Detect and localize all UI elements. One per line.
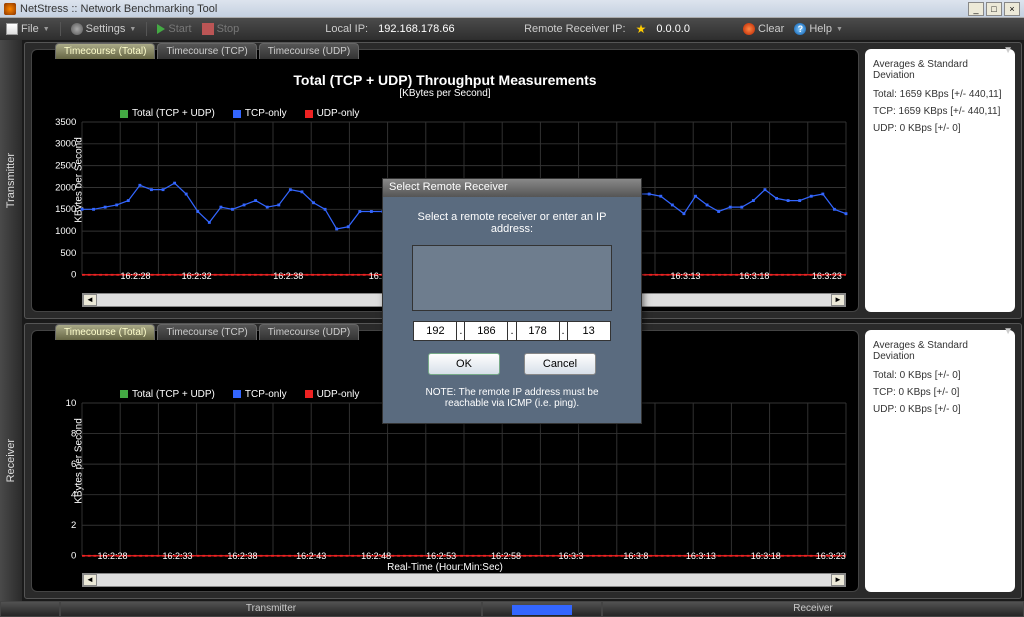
chevron-down-icon: ▼ (129, 26, 136, 33)
rx-udp-stat: UDP: 0 KBps [+/- 0] (873, 404, 1007, 415)
tab-timecourse-udp[interactable]: Timecourse (UDP) (259, 324, 359, 340)
start-button: Start (157, 23, 191, 35)
svg-text:2500: 2500 (55, 161, 76, 172)
local-ip-value: 192.168.178.66 (378, 23, 454, 35)
dialog-note-2: reachable via ICMP (i.e. ping). (397, 398, 627, 409)
scroll-left-icon[interactable]: ◄ (83, 294, 97, 306)
app-icon (4, 3, 16, 15)
svg-text:1500: 1500 (55, 204, 76, 215)
rx-tcp-stat: TCP: 0 KBps [+/- 0] (873, 387, 1007, 398)
ip-octet-3[interactable] (516, 321, 560, 341)
ip-octet-2[interactable] (464, 321, 508, 341)
settings-menu[interactable]: Settings▼ (71, 23, 137, 35)
dialog-prompt: Select a remote receiver or enter an IP … (397, 211, 627, 235)
rx-scrollbar[interactable]: ◄ ► (82, 573, 846, 587)
svg-text:2000: 2000 (55, 182, 76, 193)
dialog-note-1: NOTE: The remote IP address must be (397, 387, 627, 398)
scroll-right-icon[interactable]: ► (831, 574, 845, 586)
window-titlebar: NetStress :: Network Benchmarking Tool _… (0, 0, 1024, 18)
gear-icon (71, 23, 83, 35)
play-icon (157, 24, 165, 34)
file-label: File (21, 23, 39, 35)
status-progress (482, 601, 602, 617)
ok-button[interactable]: OK (428, 353, 500, 375)
minimize-button[interactable]: _ (968, 2, 984, 16)
receiver-listbox[interactable] (412, 245, 612, 311)
tx-total-stat: Total: 1659 KBps [+/- 440,11] (873, 89, 1007, 100)
tab-timecourse-udp[interactable]: Timecourse (UDP) (259, 43, 359, 59)
cancel-button[interactable]: Cancel (524, 353, 596, 375)
svg-text:0: 0 (71, 270, 76, 281)
stop-button: Stop (202, 23, 240, 35)
status-bar: Transmitter Receiver (0, 601, 1024, 617)
rx-total-stat: Total: 0 KBps [+/- 0] (873, 370, 1007, 381)
scroll-right-icon[interactable]: ► (831, 294, 845, 306)
separator (60, 22, 61, 36)
ip-octet-1[interactable] (413, 321, 457, 341)
tx-legend: Total (TCP + UDP)TCP-onlyUDP-only (120, 108, 359, 119)
ip-octet-4[interactable] (567, 321, 611, 341)
panel-menu-icon[interactable]: ▼ (1003, 45, 1013, 56)
status-transmitter: Transmitter (60, 601, 482, 617)
tx-stats-heading: Averages & Standard Deviation (873, 59, 1007, 81)
ip-input: . . . (397, 321, 627, 341)
tx-udp-stat: UDP: 0 KBps [+/- 0] (873, 123, 1007, 134)
rx-stats-heading: Averages & Standard Deviation (873, 340, 1007, 362)
chevron-down-icon: ▼ (43, 26, 50, 33)
tab-timecourse-tcp[interactable]: Timecourse (TCP) (157, 43, 256, 59)
close-button[interactable]: × (1004, 2, 1020, 16)
svg-text:3500: 3500 (55, 117, 76, 128)
help-menu[interactable]: ?Help ▼ (794, 23, 843, 35)
tx-stats-box: Averages & Standard Deviation Total: 165… (865, 49, 1015, 312)
clear-button[interactable]: Clear (743, 23, 784, 35)
window-title: NetStress :: Network Benchmarking Tool (20, 3, 966, 15)
svg-text:0: 0 (71, 550, 76, 561)
stop-label: Stop (217, 23, 240, 35)
svg-text:3000: 3000 (55, 139, 76, 150)
help-label: Help (809, 23, 832, 35)
remote-ip-label: Remote Receiver IP: (524, 23, 625, 35)
star-icon[interactable]: ★ (636, 22, 647, 36)
settings-label: Settings (86, 23, 126, 35)
select-remote-receiver-dialog: Select Remote Receiver Select a remote r… (382, 178, 642, 424)
rx-stats-box: Averages & Standard Deviation Total: 0 K… (865, 330, 1015, 593)
local-ip-label: Local IP: (325, 23, 368, 35)
svg-text:8: 8 (71, 428, 76, 439)
svg-text:2: 2 (71, 520, 76, 531)
svg-text:6: 6 (71, 458, 76, 469)
help-icon: ? (794, 23, 806, 35)
rx-plot-area: 0246810 (82, 403, 846, 556)
tx-tcp-stat: TCP: 1659 KBps [+/- 440,11] (873, 106, 1007, 117)
tab-timecourse-tcp[interactable]: Timecourse (TCP) (157, 324, 256, 340)
main-toolbar: File▼ Settings▼ Start Stop Local IP: 192… (0, 18, 1024, 40)
status-receiver: Receiver (602, 601, 1024, 617)
remote-ip-value[interactable]: 0.0.0.0 (656, 23, 690, 35)
separator (146, 22, 147, 36)
receiver-vtab[interactable]: Receiver (0, 321, 22, 602)
status-cell (0, 601, 60, 617)
dialog-title: Select Remote Receiver (383, 179, 641, 197)
svg-text:4: 4 (71, 489, 77, 500)
start-label: Start (168, 23, 191, 35)
tab-timecourse-total[interactable]: Timecourse (Total) (55, 43, 155, 59)
rx-legend: Total (TCP + UDP)TCP-onlyUDP-only (120, 389, 359, 400)
maximize-button[interactable]: □ (986, 2, 1002, 16)
svg-text:1000: 1000 (55, 226, 76, 237)
svg-text:10: 10 (66, 397, 77, 408)
rx-xlabel: Real-Time (Hour:Min:Sec) (32, 562, 858, 573)
file-menu[interactable]: File ▼ (6, 23, 50, 35)
scroll-left-icon[interactable]: ◄ (83, 574, 97, 586)
svg-text:500: 500 (60, 248, 76, 259)
file-icon (6, 23, 18, 35)
tx-chart-title: Total (TCP + UDP) Throughput Measurement… (32, 72, 858, 99)
stop-icon (202, 23, 214, 35)
transmitter-vtab[interactable]: Transmitter (0, 40, 22, 321)
tab-timecourse-total[interactable]: Timecourse (Total) (55, 324, 155, 340)
clear-icon (743, 23, 755, 35)
panel-menu-icon[interactable]: ▼ (1003, 326, 1013, 337)
chevron-down-icon: ▼ (836, 26, 843, 33)
clear-label: Clear (758, 23, 784, 35)
